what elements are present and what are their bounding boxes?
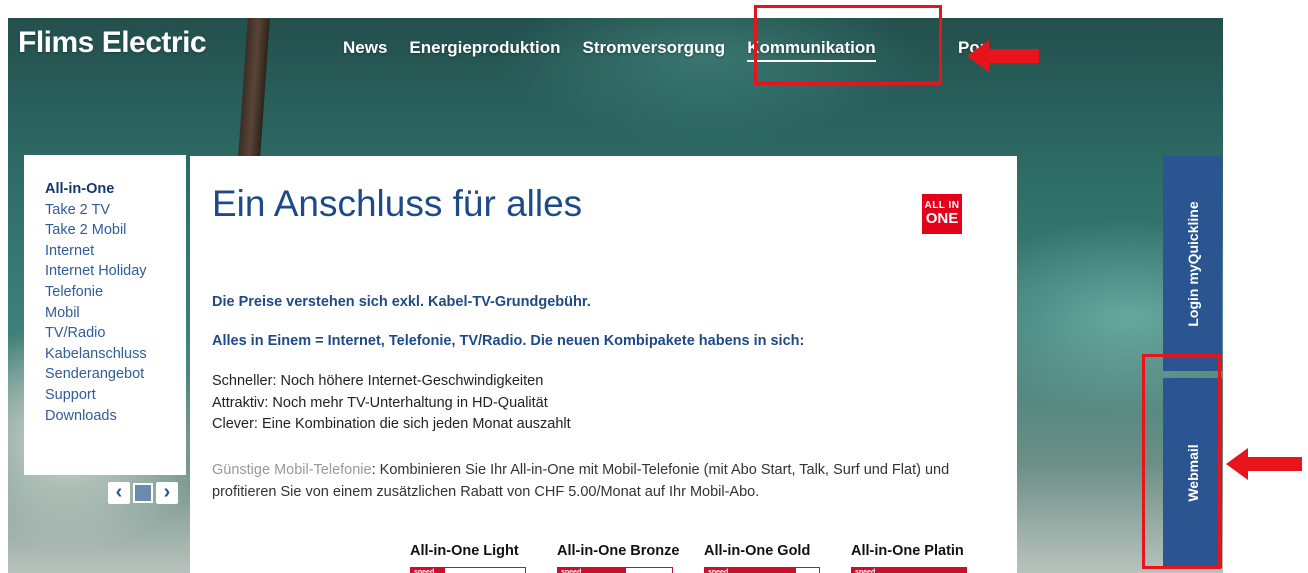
sidebar-item-take-2-mobil[interactable]: Take 2 Mobil (45, 220, 186, 241)
speed-label: speed (708, 569, 729, 573)
sidebar-item-internet-holiday[interactable]: Internet Holiday (45, 261, 186, 282)
feature-item: Schneller: Noch höhere Internet-Geschwin… (212, 373, 544, 389)
speed-label: speed (414, 569, 435, 573)
sidebar-item-support[interactable]: Support (45, 385, 186, 406)
intro-text: Alles in Einem = Internet, Telefonie, TV… (212, 333, 805, 349)
package-name: All-in-One Platin (851, 543, 964, 559)
website-viewport: Flims Electric News Energieproduktion St… (8, 18, 1223, 573)
package-name: All-in-One Gold (704, 543, 811, 559)
sidebar-item-all-in-one[interactable]: All-in-One (45, 179, 186, 200)
site-logo[interactable]: Flims Electric (18, 26, 207, 60)
feature-list: Schneller: Noch höhere Internet-Geschwin… (212, 371, 571, 436)
package-column[interactable]: All-in-One Light speed (410, 543, 557, 573)
chevron-left-icon[interactable]: ‹ (108, 482, 130, 504)
all-in-one-logo: ALL IN ONE (922, 194, 962, 234)
speed-bar: speed (704, 567, 820, 573)
nav-news[interactable]: News (343, 38, 387, 62)
speed-bar: speed (410, 567, 526, 573)
package-name: All-in-One Light (410, 543, 519, 559)
sidebar-item-mobil[interactable]: Mobil (45, 303, 186, 324)
package-comparison: All-in-One Light speed All-in-One Bronze sp… (410, 543, 998, 573)
sidebar-item-take-2-tv[interactable]: Take 2 TV (45, 200, 186, 221)
chevron-right-icon[interactable]: › (156, 482, 178, 504)
package-column[interactable]: All-in-One Bronze speed (557, 543, 704, 573)
feature-item: Attraktiv: Noch mehr TV-Unterhaltung in … (212, 394, 548, 411)
page-title: Ein Anschluss für alles (212, 183, 583, 224)
sidebar-item-internet[interactable]: Internet (45, 241, 186, 262)
price-note: Die Preise verstehen sich exkl. Kabel-TV… (212, 294, 591, 310)
mobil-link[interactable]: Günstige Mobil-Telefonie (212, 462, 372, 478)
highlight-box-webmail (1142, 354, 1221, 569)
highlight-box-kommunikation (754, 5, 942, 85)
sidebar-item-telefonie[interactable]: Telefonie (45, 282, 186, 303)
speed-bar: speed (557, 567, 673, 573)
speed-label: speed (561, 569, 582, 573)
package-name: All-in-One Bronze (557, 543, 680, 559)
main-content: Ein Anschluss für alles ALL IN ONE Die P… (190, 156, 1017, 573)
package-column[interactable]: All-in-One Platin speed (851, 543, 998, 573)
background-tree-trunk (238, 18, 270, 159)
feature-item: Clever: Eine Kombination die sich jeden … (212, 416, 571, 432)
sidebar-item-kabelanschluss[interactable]: Kabelanschluss (45, 344, 186, 365)
sidebar-item-senderangebot[interactable]: Senderangebot (45, 364, 186, 385)
nav-energieproduktion[interactable]: Energieproduktion (409, 38, 560, 62)
image-slider-controls: ‹ › (108, 482, 178, 504)
sidebar-item-downloads[interactable]: Downloads (45, 406, 186, 427)
mobil-paragraph: Günstige Mobil-Telefonie: Kombinieren Si… (212, 462, 950, 500)
speed-label: speed (855, 569, 876, 573)
image-icon[interactable] (133, 483, 153, 503)
sidebar-item-tv-radio[interactable]: TV/Radio (45, 323, 186, 344)
arrow-left-icon (1226, 448, 1302, 485)
speed-bar: speed (851, 567, 967, 573)
login-myquickline-tab[interactable]: Login myQuickline (1163, 156, 1222, 371)
sub-navigation: All-in-One Take 2 TV Take 2 Mobil Internet I… (24, 155, 186, 475)
arrow-left-icon (967, 40, 1039, 77)
nav-stromversorgung[interactable]: Stromversorgung (583, 38, 726, 62)
package-column[interactable]: All-in-One Gold speed (704, 543, 851, 573)
